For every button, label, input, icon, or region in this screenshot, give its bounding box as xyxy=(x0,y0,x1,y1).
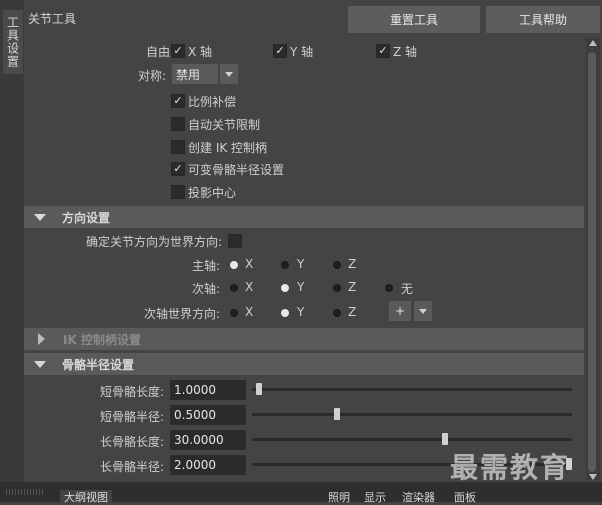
settings-panel: 自由度: ✓ X 轴 ✓ Y 轴 ✓ Z 轴 对称: 禁用 ✓ 比例补偿 自动关… xyxy=(24,38,584,480)
scroll-up-icon[interactable] xyxy=(589,40,597,46)
short-bone-radius-slider-track[interactable] xyxy=(252,413,572,416)
secondary-world-label: 次轴世界方向: xyxy=(143,307,220,321)
primary-x-radio[interactable] xyxy=(230,261,238,269)
short-bone-length-label: 短骨骼长度: xyxy=(99,385,164,399)
watermark: 最需教育 xyxy=(450,451,571,484)
symmetry-dropdown-button[interactable] xyxy=(220,64,238,84)
freedom-y-label: Y 轴 xyxy=(290,45,314,59)
freedom-x-label: X 轴 xyxy=(188,45,213,59)
scroll-down-icon[interactable] xyxy=(589,474,597,480)
check-icon: ✓ xyxy=(173,94,183,107)
collapse-arrow-icon xyxy=(34,213,46,221)
option-checkbox[interactable] xyxy=(171,185,185,199)
short-bone-radius-slider-handle[interactable] xyxy=(333,408,340,420)
primary-z-label: Z xyxy=(348,257,357,271)
freedom-x-checkbox[interactable]: ✓ xyxy=(171,44,185,58)
ik-section-title: IK 控制柄设置 xyxy=(63,332,141,347)
secondary-world-z-radio[interactable] xyxy=(333,309,341,317)
world-orient-label: 确定关节方向为世界方向: xyxy=(85,235,222,249)
ik-section-header[interactable]: IK 控制柄设置 xyxy=(24,328,584,350)
option-checkbox[interactable] xyxy=(171,117,185,131)
long-bone-radius-field[interactable]: 2.0000 xyxy=(170,455,246,475)
short-bone-radius-label: 短骨骼半径: xyxy=(99,410,164,424)
short-bone-length-field[interactable]: 1.0000 xyxy=(170,380,246,400)
option-label: 自动关节限制 xyxy=(188,118,261,132)
secondary-z-label: Z xyxy=(348,280,357,294)
option-label: 创建 IK 控制柄 xyxy=(188,141,268,155)
freedom-z-label: Z 轴 xyxy=(393,45,418,59)
primary-y-label: Y xyxy=(297,257,305,271)
direction-sign-dropdown[interactable] xyxy=(414,301,432,321)
secondary-world-y-label: Y xyxy=(297,305,305,319)
scrollbar-thumb[interactable] xyxy=(588,52,596,472)
symmetry-label: 对称: xyxy=(137,69,166,83)
window-title: 关节工具 xyxy=(28,12,77,26)
secondary-x-label: X xyxy=(245,280,254,294)
orient-section-title: 方向设置 xyxy=(62,210,111,225)
primary-x-label: X xyxy=(245,257,254,271)
primary-y-radio[interactable] xyxy=(281,261,289,269)
secondary-axis-label: 次轴: xyxy=(191,282,220,296)
expand-arrow-icon xyxy=(38,333,45,345)
secondary-x-radio[interactable] xyxy=(230,284,238,292)
check-icon: ✓ xyxy=(275,44,285,57)
bone-section-header[interactable]: 骨骼半径设置 xyxy=(24,353,584,375)
freedom-z-checkbox[interactable]: ✓ xyxy=(376,44,390,58)
long-bone-radius-label: 长骨骼半径: xyxy=(99,460,164,474)
reset-tool-button[interactable]: 重置工具 xyxy=(348,6,480,33)
tool-help-button[interactable]: 工具帮助 xyxy=(486,6,600,33)
chevron-down-icon xyxy=(225,71,233,77)
long-bone-length-slider-track[interactable] xyxy=(252,438,572,441)
option-checkbox[interactable] xyxy=(171,140,185,154)
secondary-z-radio[interactable] xyxy=(333,284,341,292)
tool-settings-tab[interactable]: 工具设置 xyxy=(3,10,23,74)
option-checkbox[interactable]: ✓ xyxy=(171,162,185,176)
orient-section-header[interactable]: 方向设置 xyxy=(24,206,584,228)
long-bone-length-field[interactable]: 30.0000 xyxy=(170,430,246,450)
short-bone-length-slider-track[interactable] xyxy=(252,388,572,391)
secondary-y-label: Y xyxy=(297,280,305,294)
drag-handle-icon[interactable] xyxy=(6,489,44,495)
option-label: 投影中心 xyxy=(188,186,237,200)
primary-axis-label: 主轴: xyxy=(191,259,220,273)
option-label: 比例补偿 xyxy=(188,95,237,109)
world-orient-checkbox[interactable] xyxy=(228,234,242,248)
secondary-none-radio[interactable] xyxy=(385,284,393,292)
primary-z-radio[interactable] xyxy=(333,261,341,269)
secondary-world-y-radio[interactable] xyxy=(281,309,289,317)
freedom-y-checkbox[interactable]: ✓ xyxy=(273,44,287,58)
collapse-arrow-icon xyxy=(34,360,46,368)
option-label: 可变骨骼半径设置 xyxy=(188,163,285,177)
secondary-y-radio[interactable] xyxy=(281,284,289,292)
secondary-world-z-label: Z xyxy=(348,305,357,319)
option-checkbox[interactable]: ✓ xyxy=(171,94,185,108)
short-bone-radius-field[interactable]: 0.5000 xyxy=(170,405,246,425)
chevron-down-icon xyxy=(419,308,427,314)
short-bone-length-slider-handle[interactable] xyxy=(256,383,262,395)
check-icon: ✓ xyxy=(378,44,388,57)
long-bone-length-label: 长骨骼长度: xyxy=(99,435,164,449)
secondary-none-label: 无 xyxy=(401,282,414,296)
check-icon: ✓ xyxy=(173,162,183,175)
secondary-world-x-label: X xyxy=(245,305,254,319)
bone-section-title: 骨骼半径设置 xyxy=(62,357,135,372)
long-bone-length-slider-handle[interactable] xyxy=(442,433,448,445)
secondary-world-x-radio[interactable] xyxy=(230,309,238,317)
check-icon: ✓ xyxy=(173,44,183,57)
symmetry-select[interactable]: 禁用 xyxy=(172,64,218,84)
direction-sign-select[interactable]: + xyxy=(389,301,411,321)
